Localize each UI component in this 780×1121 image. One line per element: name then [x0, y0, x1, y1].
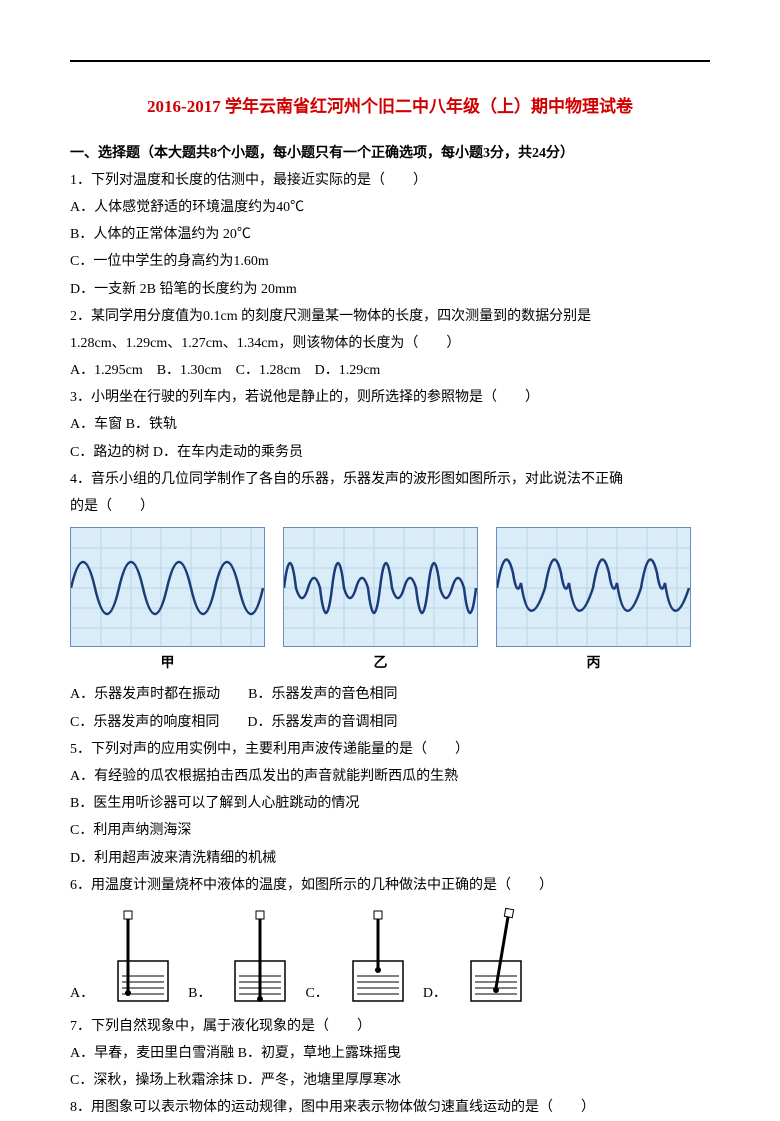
waveform-figures [70, 527, 710, 647]
waveform-labels: 甲 乙 丙 [70, 651, 710, 676]
beaker-d-icon [461, 906, 531, 1006]
q3-stem: 3．小明坐在行驶的列车内，若说他是静止的，则所选择的参照物是（ ） [70, 385, 710, 410]
beaker-b-icon [225, 906, 295, 1006]
q6-stem: 6．用温度计测量烧杯中液体的温度，如图所示的几种做法中正确的是（ ） [70, 873, 710, 898]
beaker-label-c: C． [305, 981, 328, 1006]
q1-opt-c: C．一位中学生的身高约为1.60m [70, 249, 710, 274]
exam-title: 2016-2017 学年云南省红河州个旧二中八年级（上）期中物理试卷 [70, 92, 710, 123]
q1-opt-d: D．一支新 2B 铅笔的长度约为 20mm [70, 277, 710, 302]
top-rule [70, 60, 710, 62]
waveform-bing [496, 527, 691, 647]
q4-stem-2: 的是（ ） [70, 494, 710, 519]
beaker-a-icon [108, 906, 178, 1006]
beaker-label-d: D． [423, 981, 447, 1006]
beaker-figures: A． B． C． D． [70, 906, 710, 1006]
q3-opts-cd: C．路边的树 D．在车内走动的乘务员 [70, 440, 710, 465]
q5-opt-a: A．有经验的瓜农根据拍击西瓜发出的声音就能判断西瓜的生熟 [70, 764, 710, 789]
q1-opt-a: A．人体感觉舒适的环境温度约为40℃ [70, 195, 710, 220]
q3-opts-ab: A．车窗 B．铁轨 [70, 412, 710, 437]
waveform-jia [70, 527, 265, 647]
q7-opts-ab: A．早春，麦田里白雪消融 B．初夏，草地上露珠摇曳 [70, 1041, 710, 1066]
q7-stem: 7．下列自然现象中，属于液化现象的是（ ） [70, 1014, 710, 1039]
wave-label-yi: 乙 [283, 651, 478, 676]
q5-opt-b: B．医生用听诊器可以了解到人心脏跳动的情况 [70, 791, 710, 816]
beaker-label-a: A． [70, 981, 94, 1006]
beaker-c-icon [343, 906, 413, 1006]
wave-label-bing: 丙 [496, 651, 691, 676]
q2-stem: 2．某同学用分度值为0.1cm 的刻度尺测量某一物体的长度，四次测量到的数据分别… [70, 304, 710, 329]
wave-label-jia: 甲 [70, 651, 265, 676]
waveform-yi [283, 527, 478, 647]
q4-opts-cd: C．乐器发声的响度相同 D．乐器发声的音调相同 [70, 710, 710, 735]
q4-stem: 4．音乐小组的几位同学制作了各自的乐器，乐器发声的波形图如图所示，对此说法不正确 [70, 467, 710, 492]
q4-opts-ab: A．乐器发声时都在振动 B．乐器发声的音色相同 [70, 682, 710, 707]
q7-opts-cd: C．深秋，操场上秋霜涂抹 D．严冬，池塘里厚厚寒冰 [70, 1068, 710, 1093]
q5-stem: 5．下列对声的应用实例中，主要利用声波传递能量的是（ ） [70, 737, 710, 762]
q1-opt-b: B．人体的正常体温约为 20℃ [70, 222, 710, 247]
q1-stem: 1．下列对温度和长度的估测中，最接近实际的是（ ） [70, 168, 710, 193]
q5-opt-d: D．利用超声波来清洗精细的机械 [70, 846, 710, 871]
q8-stem: 8．用图象可以表示物体的运动规律，图中用来表示物体做匀速直线运动的是（ ） [70, 1095, 710, 1120]
q2-opts: A．1.295cm B．1.30cm C．1.28cm D．1.29cm [70, 358, 710, 383]
beaker-label-b: B． [188, 981, 211, 1006]
q2-stem-2: 1.28cm、1.29cm、1.27cm、1.34cm，则该物体的长度为（ ） [70, 331, 710, 356]
q5-opt-c: C．利用声纳测海深 [70, 818, 710, 843]
section-1-header: 一、选择题（本大题共8个小题，每小题只有一个正确选项，每小题3分，共24分） [70, 141, 710, 166]
